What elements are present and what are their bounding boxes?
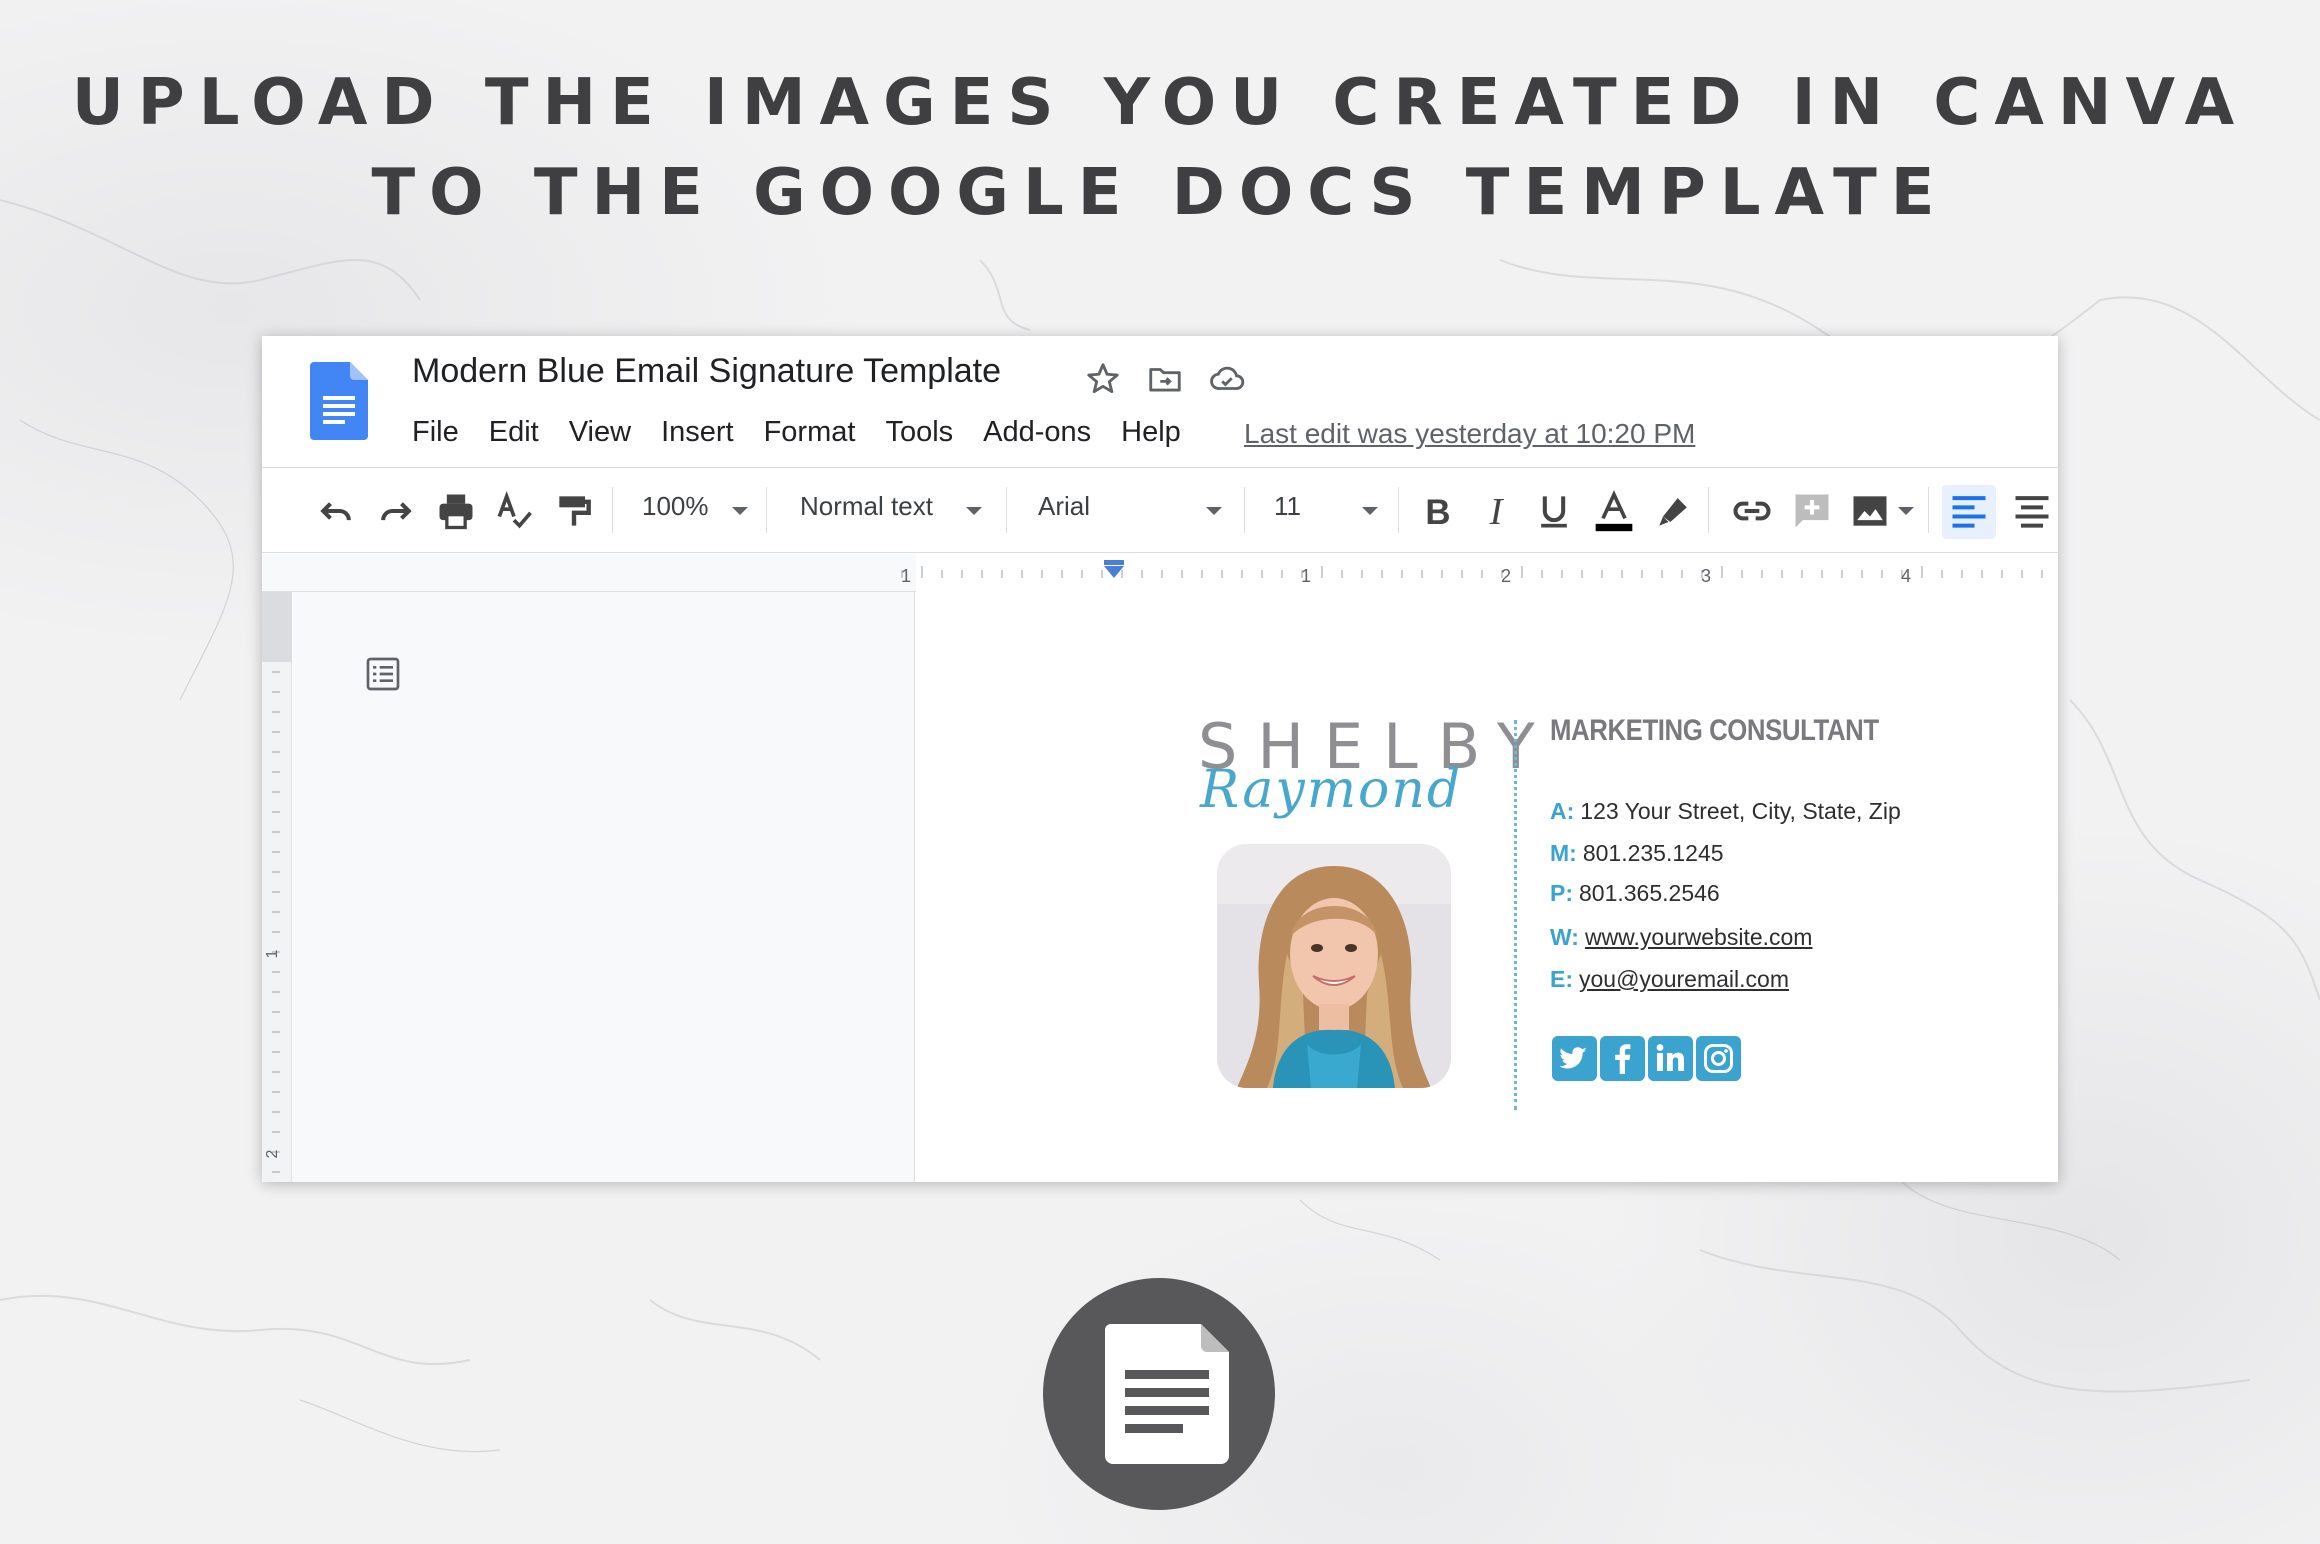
- ruler-label: 3: [1701, 566, 1711, 586]
- align-center-icon[interactable]: [2010, 489, 2054, 533]
- contact-value: 801.235.1245: [1582, 840, 1724, 866]
- image-icon[interactable]: [1848, 489, 1892, 533]
- google-docs-window: Modern Blue Email Signature Template Fil…: [262, 336, 2058, 1182]
- menu-help[interactable]: Help: [1121, 416, 1181, 449]
- bold-icon[interactable]: B: [1416, 489, 1460, 533]
- contact-mobile: M: 801.235.1245: [1550, 840, 1724, 867]
- undo-icon[interactable]: [314, 489, 358, 533]
- print-icon[interactable]: [434, 489, 478, 533]
- paint-format-icon[interactable]: [552, 489, 596, 533]
- toolbar-separator: [612, 487, 613, 533]
- ruler-label: 1: [264, 949, 281, 958]
- ruler-label: 2: [264, 1149, 281, 1158]
- comment-icon[interactable]: [1790, 489, 1834, 533]
- title-bar: Modern Blue Email Signature Template Fil…: [262, 336, 2058, 468]
- cloud-saved-icon[interactable]: [1208, 360, 1246, 398]
- contact-label: M:: [1550, 840, 1577, 866]
- toolbar-separator: [1708, 487, 1709, 533]
- ruler-ticks: 1 1 2 3 4: [901, 560, 2043, 586]
- align-left-icon[interactable]: [1947, 489, 1991, 533]
- website-link[interactable]: www.yourwebsite.com: [1585, 924, 1813, 950]
- signature-last-name: Raymond: [1200, 760, 1463, 820]
- google-docs-logo-icon[interactable]: [310, 362, 368, 440]
- star-icon[interactable]: [1084, 360, 1122, 398]
- style-select[interactable]: Normal text: [800, 491, 933, 522]
- zoom-select[interactable]: 100%: [642, 491, 709, 522]
- menu-file[interactable]: File: [412, 416, 459, 449]
- contact-label: E:: [1550, 966, 1573, 992]
- spellcheck-icon[interactable]: [492, 489, 536, 533]
- document-outline-panel: [293, 592, 915, 1182]
- svg-text:I: I: [1489, 491, 1505, 533]
- font-select[interactable]: Arial: [1038, 491, 1090, 522]
- image-caret-icon[interactable]: [1898, 507, 1914, 515]
- contact-label: A:: [1550, 798, 1575, 824]
- contact-label: W:: [1550, 924, 1579, 950]
- toolbar-separator: [1006, 487, 1007, 533]
- toolbar-separator: [1244, 487, 1245, 533]
- email-link[interactable]: you@youremail.com: [1579, 966, 1789, 992]
- headline: UPLOAD THE IMAGES YOU CREATED IN CANVA T…: [0, 58, 2320, 238]
- last-edit-link[interactable]: Last edit was yesterday at 10:20 PM: [1244, 418, 1695, 450]
- ruler-label: 1: [1301, 566, 1311, 586]
- style-caret-icon[interactable]: [966, 507, 982, 515]
- document-outline-icon[interactable]: [363, 654, 403, 694]
- first-line-indent-icon: [1104, 560, 1124, 565]
- toolbar-separator: [766, 487, 767, 533]
- document-page[interactable]: [916, 592, 2058, 1182]
- menu-edit[interactable]: Edit: [489, 416, 539, 449]
- horizontal-ruler[interactable]: 1 1 2 3 4: [262, 554, 2058, 592]
- font-size-caret-icon[interactable]: [1362, 507, 1378, 515]
- svg-text:B: B: [1425, 493, 1450, 532]
- signature-divider: [1514, 720, 1517, 1110]
- contact-website: W: www.yourwebsite.com: [1550, 924, 1812, 951]
- contact-label: P:: [1550, 880, 1573, 906]
- toolbar-separator: [1398, 487, 1399, 533]
- menu-format[interactable]: Format: [764, 416, 856, 449]
- docs-badge: [1043, 1278, 1275, 1510]
- move-to-folder-icon[interactable]: [1146, 360, 1184, 398]
- toolbar-separator: [1928, 487, 1929, 533]
- menu-tools[interactable]: Tools: [885, 416, 953, 449]
- signature-job-title: MARKETING CONSULTANT: [1550, 714, 1879, 747]
- twitter-icon[interactable]: [1552, 1036, 1597, 1081]
- headline-line-1: UPLOAD THE IMAGES YOU CREATED IN CANVA: [71, 66, 2249, 140]
- font-caret-icon[interactable]: [1206, 507, 1222, 515]
- menu-bar: File Edit View Insert Format Tools Add-o…: [412, 416, 1211, 449]
- ruler-label: 2: [1501, 566, 1511, 586]
- indent-marker-icon: [1104, 566, 1124, 578]
- contact-address: A: 123 Your Street, City, State, Zip: [1550, 798, 1901, 825]
- contact-email: E: you@youremail.com: [1550, 966, 1789, 993]
- italic-icon[interactable]: I: [1474, 489, 1518, 533]
- underline-icon[interactable]: [1532, 489, 1576, 533]
- document-title[interactable]: Modern Blue Email Signature Template: [412, 352, 1001, 391]
- contact-phone: P: 801.365.2546: [1550, 880, 1720, 907]
- menu-insert[interactable]: Insert: [661, 416, 734, 449]
- vertical-ruler[interactable]: 12: [262, 592, 292, 1182]
- ruler-label: 1: [901, 566, 911, 586]
- toolbar: 100% Normal text Arial 11 B I: [262, 469, 2058, 553]
- contact-value: 123 Your Street, City, State, Zip: [1580, 798, 1901, 824]
- profile-photo[interactable]: [1217, 844, 1451, 1088]
- font-size-select[interactable]: 11: [1274, 491, 1301, 522]
- facebook-icon[interactable]: [1600, 1036, 1645, 1081]
- menu-view[interactable]: View: [569, 416, 631, 449]
- highlight-icon[interactable]: [1652, 489, 1696, 533]
- headline-line-2: TO THE GOOGLE DOCS TEMPLATE: [371, 156, 1949, 230]
- contact-value: 801.365.2546: [1579, 880, 1720, 906]
- link-icon[interactable]: [1730, 489, 1774, 533]
- document-icon: [1105, 1324, 1229, 1464]
- instagram-icon[interactable]: [1696, 1036, 1741, 1081]
- zoom-caret-icon[interactable]: [732, 507, 748, 515]
- linkedin-icon[interactable]: [1648, 1036, 1693, 1081]
- redo-icon[interactable]: [374, 489, 418, 533]
- ruler-label: 4: [1901, 566, 1911, 586]
- vertical-ruler-ticks: 12: [262, 592, 292, 1173]
- text-color-icon[interactable]: [1592, 489, 1636, 533]
- menu-add-ons[interactable]: Add-ons: [983, 416, 1091, 449]
